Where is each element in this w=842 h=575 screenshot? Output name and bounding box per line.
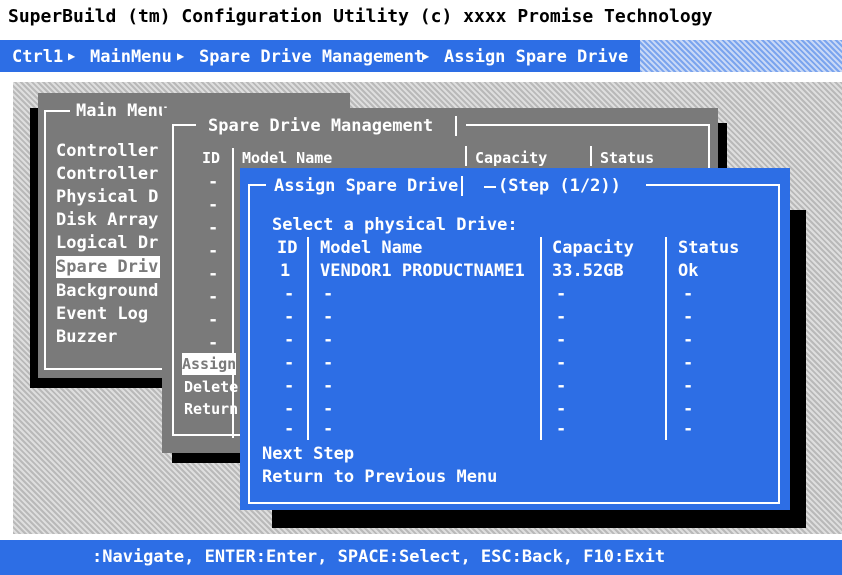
assign-action-highlighted[interactable]: Assign: [182, 353, 237, 375]
step-indicator: (Step (1/2)): [498, 176, 621, 196]
list-item: -: [208, 287, 219, 307]
list-item: -: [208, 172, 219, 192]
main-menu-title: Main Menu: [76, 101, 169, 121]
table-row-capacity[interactable]: -: [556, 352, 566, 374]
table-row-id[interactable]: 1: [280, 260, 290, 282]
spare-mgmt-title: Spare Drive Management: [208, 116, 434, 136]
main-menu-item[interactable]: Background: [56, 280, 158, 302]
app-title: SuperBuild (tm) Configuration Utility (c…: [8, 6, 713, 27]
table-row-model[interactable]: -: [323, 398, 333, 420]
next-step-action[interactable]: Next Step: [262, 443, 354, 465]
list-item: -: [208, 241, 219, 261]
list-item: -: [208, 218, 219, 238]
table-row-id[interactable]: -: [284, 375, 294, 397]
table-row-model[interactable]: -: [323, 375, 333, 397]
table-row-capacity[interactable]: -: [556, 418, 566, 440]
main-menu-item[interactable]: Disk Array: [56, 209, 158, 231]
return-action[interactable]: Return: [184, 398, 238, 420]
table-row-id[interactable]: -: [284, 329, 294, 351]
return-to-previous-menu-action[interactable]: Return to Previous Menu: [262, 466, 497, 488]
list-item: -: [208, 310, 219, 330]
table-row-id[interactable]: -: [284, 418, 294, 440]
breadcrumb-item-mainmenu[interactable]: MainMenu: [90, 46, 172, 68]
column-header-capacity: Capacity: [475, 149, 548, 167]
table-row-status[interactable]: -: [683, 283, 693, 305]
main-menu-item[interactable]: Controller: [56, 140, 158, 162]
column-header-model: Model Name: [242, 149, 333, 167]
delete-action[interactable]: Delete: [184, 376, 238, 398]
table-row-status[interactable]: -: [683, 375, 693, 397]
table-row-id[interactable]: -: [284, 352, 294, 374]
list-item: -: [208, 264, 219, 284]
divider: [590, 146, 592, 166]
table-row-model[interactable]: -: [323, 283, 333, 305]
table-row-status[interactable]: -: [683, 398, 693, 420]
table-row-status[interactable]: -: [683, 306, 693, 328]
chevron-right-icon: ▶: [177, 49, 185, 63]
column-header-id: ID: [202, 149, 221, 167]
table-row-model[interactable]: VENDOR1 PRODUCTNAME1: [320, 260, 525, 282]
breadcrumb-item-ctrl1[interactable]: Ctrl1: [12, 46, 63, 68]
table-row-id[interactable]: -: [284, 398, 294, 420]
table-row-model[interactable]: -: [323, 306, 333, 328]
column-header-status: Status: [600, 149, 655, 167]
prompt-text: Select a physical Drive:: [272, 215, 518, 235]
list-item: -: [208, 333, 219, 353]
table-row-id[interactable]: -: [284, 306, 294, 328]
divider: [307, 237, 309, 440]
chevron-right-icon: ▶: [68, 49, 76, 63]
main-menu-item[interactable]: Physical D: [56, 186, 158, 208]
column-header-id: ID: [277, 238, 298, 258]
table-row-capacity[interactable]: 33.52GB: [552, 260, 624, 282]
divider: [484, 186, 496, 188]
column-header-model: Model Name: [320, 238, 423, 258]
divider: [665, 237, 667, 440]
main-menu-item[interactable]: Logical Dr: [56, 232, 158, 254]
main-menu-item[interactable]: Controller: [56, 163, 158, 185]
divider: [540, 237, 542, 440]
table-row-id[interactable]: -: [284, 283, 294, 305]
breadcrumb-hatch: [640, 40, 842, 72]
table-row-capacity[interactable]: -: [556, 329, 566, 351]
divider: [461, 176, 463, 196]
column-header-capacity: Capacity: [552, 238, 634, 258]
divider: [455, 116, 457, 136]
main-menu-item-selected[interactable]: Spare Driv: [56, 256, 161, 278]
screen: SuperBuild (tm) Configuration Utility (c…: [0, 0, 842, 575]
breadcrumb-item-assign-spare-drive: Assign Spare Drive: [444, 47, 629, 67]
table-row-status[interactable]: -: [683, 418, 693, 440]
column-header-status: Status: [678, 238, 740, 258]
table-row-model[interactable]: -: [323, 418, 333, 440]
divider: [465, 146, 467, 166]
chevron-right-icon: ▶: [422, 49, 430, 63]
table-row-status[interactable]: -: [683, 352, 693, 374]
table-row-model[interactable]: -: [323, 352, 333, 374]
table-row-capacity[interactable]: -: [556, 283, 566, 305]
main-menu-item[interactable]: Buzzer: [56, 326, 117, 348]
table-row-capacity[interactable]: -: [556, 398, 566, 420]
assign-dialog-title: Assign Spare Drive: [274, 176, 459, 196]
table-row-capacity[interactable]: -: [556, 306, 566, 328]
table-row-status[interactable]: Ok: [678, 260, 698, 282]
table-row-capacity[interactable]: -: [556, 375, 566, 397]
table-row-model[interactable]: -: [323, 329, 333, 351]
main-menu-item[interactable]: Event Log: [56, 303, 148, 325]
help-text: :Navigate, ENTER:Enter, SPACE:Select, ES…: [92, 547, 666, 567]
list-item: -: [208, 195, 219, 215]
table-row-status[interactable]: -: [683, 329, 693, 351]
breadcrumb-item-spare-drive-management[interactable]: Spare Drive Management: [199, 46, 424, 68]
